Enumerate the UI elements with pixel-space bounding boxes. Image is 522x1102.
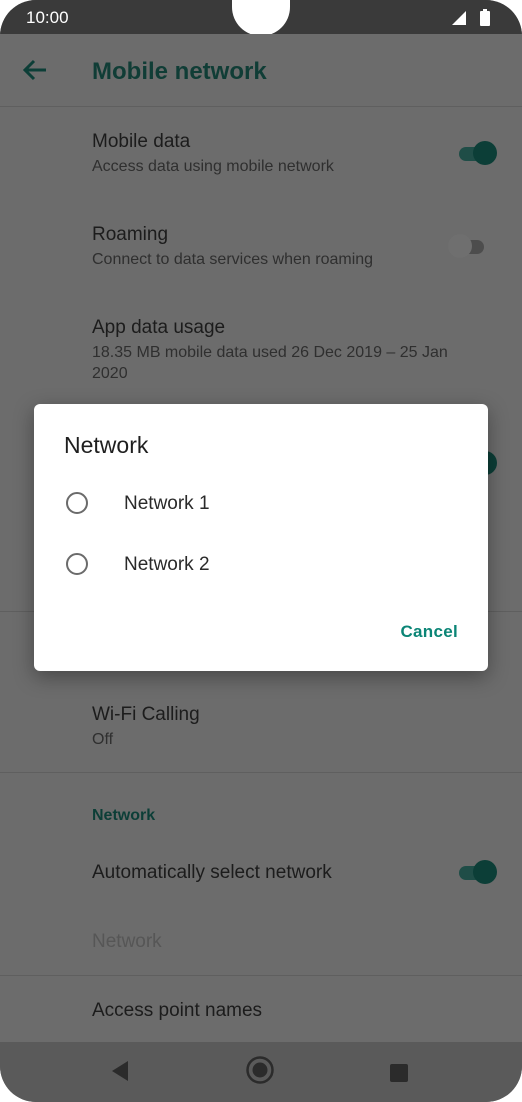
network-option-1[interactable]: Network 1 [64,486,464,526]
phone-screen: 10:00 Mobile network Mobile data Access … [0,0,522,1102]
app-data-usage-subtitle-line2: 2020 [92,365,128,382]
auto-select-network-setting[interactable]: Automatically select network [92,861,492,885]
network-setting-disabled: Network [92,930,492,954]
auto-select-network-title: Automatically select network [92,862,332,883]
radio-button-unchecked-icon[interactable] [66,553,88,575]
navigation-bar [0,1042,522,1102]
network-option-1-label: Network 1 [124,493,210,514]
app-data-usage-setting[interactable]: App data usage 18.35 MB mobile data used… [92,316,502,384]
nav-home-icon[interactable] [245,1055,275,1085]
toggle-thumb [448,234,472,258]
arrow-back-icon[interactable] [22,58,48,82]
roaming-toggle[interactable] [448,233,488,259]
network-disabled-title: Network [92,931,162,952]
mobile-data-setting[interactable]: Mobile data Access data using mobile net… [92,130,492,177]
page-title: Mobile network [92,58,267,85]
roaming-setting[interactable]: Roaming Connect to data services when ro… [92,223,492,270]
wifi-calling-subtitle: Off [92,731,114,748]
wifi-calling-setting[interactable]: Wi-Fi Calling Off [92,703,492,750]
network-option-2[interactable]: Network 2 [64,547,464,587]
nav-back-icon[interactable] [110,1060,130,1082]
cancel-button[interactable]: Cancel [400,622,458,642]
battery-icon [480,9,490,26]
mobile-data-title: Mobile data [92,131,191,152]
toggle-thumb [473,860,497,884]
access-point-names-setting[interactable]: Access point names [92,999,492,1023]
nav-recent-apps-icon[interactable] [390,1064,408,1082]
signal-icon [452,11,466,25]
dialog-title: Network [64,432,149,458]
app-bar: Mobile network [0,34,522,107]
roaming-title: Roaming [92,224,169,245]
roaming-subtitle: Connect to data services when roaming [92,251,374,268]
status-time: 10:00 [26,8,69,27]
divider [0,772,522,773]
network-section-header: Network [92,807,156,824]
network-option-2-label: Network 2 [124,554,210,575]
mobile-data-subtitle: Access data using mobile network [92,158,334,175]
wifi-calling-title: Wi-Fi Calling [92,704,200,725]
radio-button-unchecked-icon[interactable] [66,492,88,514]
app-data-usage-subtitle-line1: 18.35 MB mobile data used 26 Dec 2019 – … [92,344,448,361]
auto-select-network-toggle[interactable] [457,859,497,885]
mobile-data-toggle[interactable] [457,140,497,166]
app-data-usage-title: App data usage [92,317,226,338]
access-point-names-title: Access point names [92,1000,263,1021]
network-dialog: Network Network 1 Network 2 Cancel [34,404,488,671]
toggle-thumb [473,141,497,165]
divider [0,975,522,976]
